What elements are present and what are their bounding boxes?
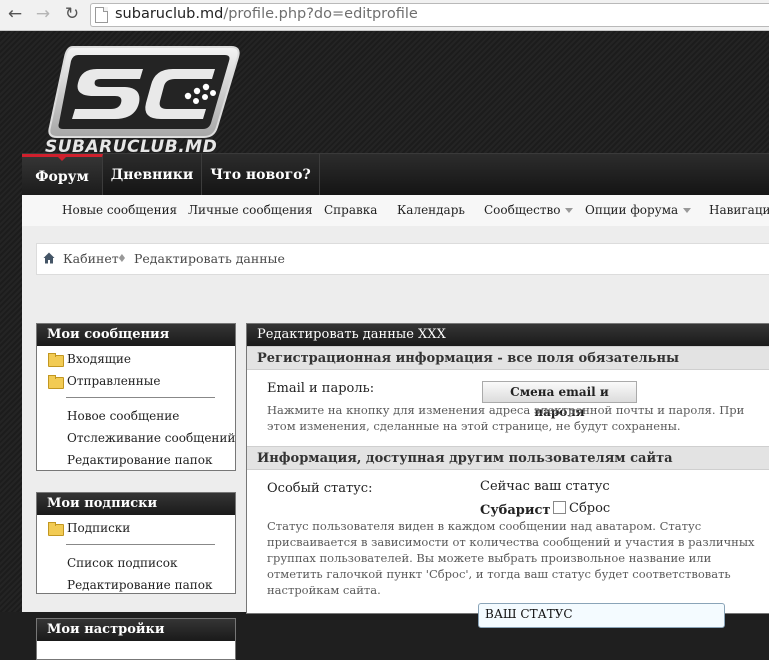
address-bar[interactable]: subaruclub.md/profile.php?do=editprofile	[90, 3, 769, 27]
panel-title: Редактировать данные XXX	[247, 324, 769, 346]
sidebar-item-subscription-list[interactable]: Список подписок	[67, 556, 178, 570]
sub-nav: Новые сообщения Личные сообщения Справка…	[22, 195, 769, 227]
tab-whats-new-label: Что нового?	[210, 167, 311, 183]
reload-icon[interactable]: ↻	[62, 4, 82, 24]
site: SUBARUCLUB.MD Форум Дневники Что нового?…	[0, 31, 769, 660]
edit-profile-panel: Редактировать данные XXX Регистрационная…	[246, 323, 769, 628]
section-public-info-heading: Информация, доступная другим пользовател…	[247, 446, 769, 470]
sidebar-divider	[66, 397, 215, 398]
sidebar-item-inbox[interactable]: Входящие	[67, 352, 131, 366]
subnav-new-posts[interactable]: Новые сообщения	[62, 203, 177, 217]
sidebar-subscriptions: Мои подписки Подписки Список подписок Ре…	[36, 492, 236, 594]
custom-status-input-value: ВАШ СТАТУС	[485, 607, 573, 621]
breadcrumb: Кабинет ♦ Редактировать данные	[36, 243, 769, 275]
main-nav: Форум Дневники Что нового?	[22, 153, 769, 196]
sidebar-item-edit-folders[interactable]: Редактирование папок	[67, 453, 212, 467]
sidebar-item-edit-folders[interactable]: Редактирование папок	[67, 578, 212, 592]
url-path: /profile.php?do=editprofile	[223, 6, 418, 22]
chevron-down-icon	[565, 208, 574, 213]
breadcrumb-cabinet[interactable]: Кабинет	[63, 251, 119, 266]
subnav-navigation[interactable]: Навигаци	[709, 203, 769, 217]
custom-status-label: Особый статус:	[267, 481, 373, 496]
tab-forum-label: Форум	[35, 169, 89, 185]
section-registration-heading: Регистрационная информация - все поля об…	[247, 346, 769, 370]
url-host: subaruclub.md	[115, 6, 224, 22]
status-description: Статус пользователя виден в каждом сообщ…	[267, 519, 755, 597]
browser-toolbar: ← → ↻ subaruclub.md/profile.php?do=editp…	[0, 0, 769, 31]
breadcrumb-edit-profile: Редактировать данные	[134, 251, 285, 266]
tab-diaries[interactable]: Дневники	[103, 154, 202, 196]
subnav-private-messages[interactable]: Личные сообщения	[188, 203, 313, 217]
reset-status-label[interactable]: Сброс	[569, 501, 610, 516]
current-status-label: Сейчас ваш статус	[480, 479, 610, 494]
folder-icon	[48, 353, 64, 367]
subnav-forum-options-label: Опции форума	[585, 203, 679, 217]
sidebar-item-sent[interactable]: Отправленные	[67, 374, 160, 388]
tab-diaries-label: Дневники	[110, 167, 194, 183]
sidebar-item-new-message[interactable]: Новое сообщение	[67, 409, 179, 423]
sidebar-messages-title: Мои сообщения	[37, 324, 235, 346]
folder-icon	[48, 375, 64, 389]
sidebar-divider	[66, 544, 215, 545]
registration-description: Нажмите на кнопку для изменения адреса э…	[267, 403, 745, 433]
reset-status-checkbox[interactable]	[553, 501, 566, 514]
sidebar-messages: Мои сообщения Входящие Отправленные Ново…	[36, 323, 236, 471]
home-icon[interactable]	[43, 252, 55, 264]
site-logo[interactable]: SUBARUCLUB.MD	[45, 43, 243, 157]
subnav-community[interactable]: Сообщество	[484, 203, 574, 217]
chevron-down-icon	[683, 208, 692, 213]
active-tab-caret	[57, 156, 67, 161]
tab-forum[interactable]: Форум	[22, 154, 103, 196]
content-area: Кабинет ♦ Редактировать данные Мои сообщ…	[22, 226, 769, 660]
subnav-help[interactable]: Справка	[324, 203, 377, 217]
tab-whats-new[interactable]: Что нового?	[202, 154, 320, 196]
folder-icon	[48, 522, 64, 536]
email-password-label: Email и пароль:	[267, 381, 375, 396]
page-icon	[95, 7, 108, 23]
sidebar-subscriptions-title: Мои подписки	[37, 493, 235, 515]
current-status-value: Субарист	[480, 503, 551, 518]
sidebar-settings: Мои настройки	[36, 618, 236, 660]
forward-arrow-icon[interactable]: →	[33, 4, 53, 24]
subnav-community-label: Сообщество	[484, 203, 561, 217]
sidebar-item-message-tracking[interactable]: Отслеживание сообщений	[67, 431, 235, 445]
subnav-calendar[interactable]: Календарь	[397, 203, 465, 217]
back-arrow-icon[interactable]: ←	[5, 4, 25, 24]
sidebar-settings-title: Мои настройки	[37, 619, 235, 641]
breadcrumb-separator-icon: ♦	[117, 252, 127, 265]
change-email-password-button[interactable]: Смена email и пароля	[482, 381, 637, 419]
sidebar-item-subscriptions[interactable]: Подписки	[67, 521, 130, 535]
custom-status-input[interactable]: ВАШ СТАТУС	[478, 603, 725, 628]
subnav-forum-options[interactable]: Опции форума	[585, 203, 692, 217]
